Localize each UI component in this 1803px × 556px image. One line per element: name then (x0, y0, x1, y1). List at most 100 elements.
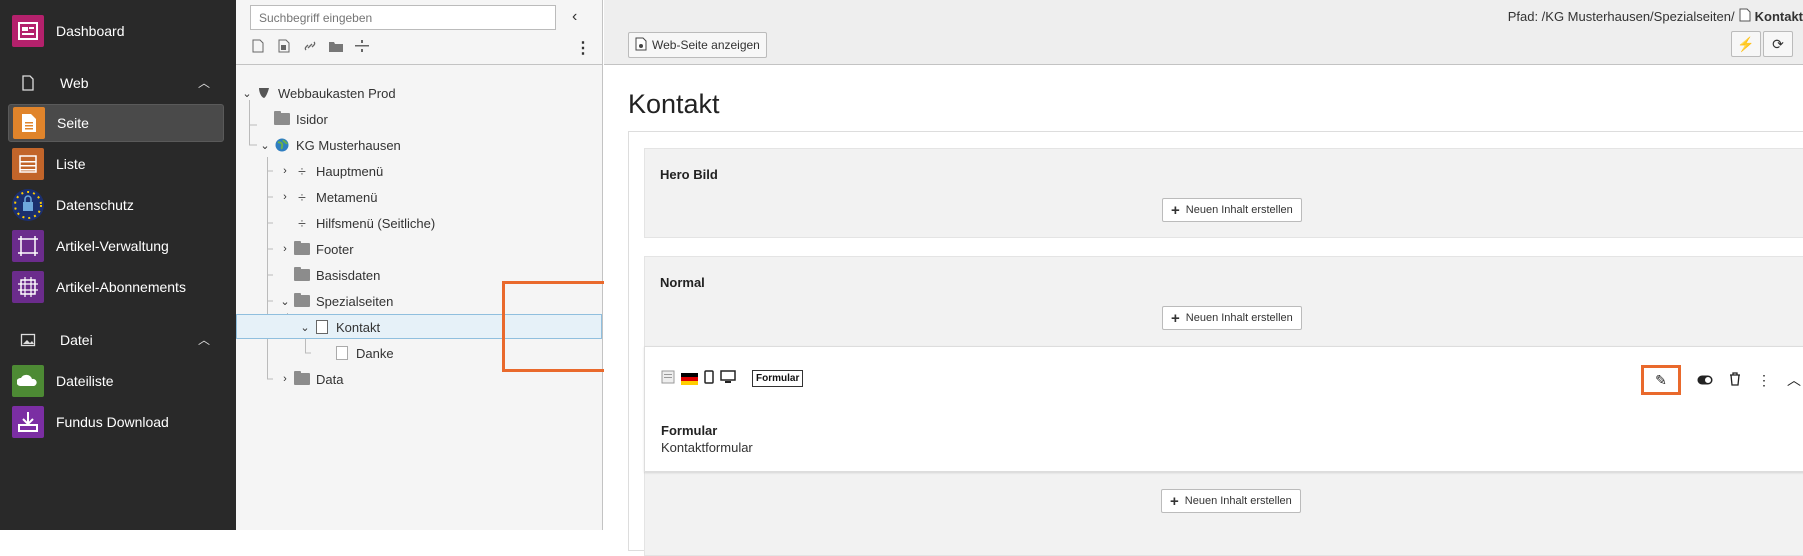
typo3-logo-icon (256, 86, 272, 100)
new-content-button[interactable]: + Neuen Inhalt erstellen (1162, 306, 1302, 330)
module-dashboard[interactable]: Dashboard (0, 12, 236, 50)
tree-node-hauptmenu[interactable]: › ÷ Hauptmenü (278, 159, 383, 183)
column-hero-bild: Hero Bild + Neuen Inhalt erstellen (644, 148, 1803, 238)
tree-toolbar: ‹ ⋮ (236, 0, 602, 65)
mobile-icon (704, 370, 714, 387)
download-icon (12, 406, 44, 438)
module-artikel-verwaltung[interactable]: Artikel-Verwaltung (0, 227, 236, 265)
tree-node-danke[interactable]: Danke (318, 341, 394, 365)
tree-node-label: Basisdaten (316, 267, 381, 283)
tree-node-label: Hauptmenü (316, 163, 384, 179)
tree-node-footer[interactable]: › Footer (278, 237, 354, 261)
breadcrumb-current: Kontakt (1754, 9, 1803, 24)
clear-cache-button[interactable]: ⚡ (1731, 31, 1761, 57)
tree-node-basisdaten[interactable]: Basisdaten (278, 263, 380, 287)
tree-search-input[interactable] (250, 5, 556, 30)
new-link-icon[interactable] (302, 38, 318, 54)
new-backend-section-icon[interactable] (276, 38, 292, 54)
chevron-right-icon[interactable]: › (278, 191, 292, 203)
module-label: Liste (56, 156, 86, 172)
column-heading: Hero Bild (660, 167, 718, 182)
page-module-icon (13, 107, 45, 139)
folder-icon (294, 293, 310, 308)
tree-node-root[interactable]: ⌄ Webbaukasten Prod (240, 81, 395, 105)
new-separator-icon[interactable] (354, 38, 370, 54)
tree-node-label: Data (316, 371, 344, 387)
tree-node-metamenu[interactable]: › ÷ Metamenü (278, 185, 377, 209)
tree-node-label: Kontakt (336, 319, 381, 335)
module-artikel-abonnements[interactable]: Artikel-Abonnements (0, 268, 236, 306)
tree-new-page-toolbar (250, 38, 370, 54)
module-group-web[interactable]: Web ︿ (8, 64, 224, 102)
module-seite[interactable]: Seite (8, 104, 224, 142)
module-label: Fundus Download (56, 414, 169, 430)
tree-node-hilfsmenu[interactable]: ÷ Hilfsmenü (Seitliche) (278, 211, 435, 235)
new-content-button[interactable]: + Neuen Inhalt erstellen (1161, 489, 1301, 513)
tree-node-kontakt[interactable]: ⌄ Kontakt (298, 315, 380, 339)
module-label: Seite (57, 115, 89, 131)
new-content-label: Neuen Inhalt erstellen (1185, 204, 1293, 216)
module-menu: Dashboard Web ︿ Seite Liste Datenschutz … (0, 0, 236, 530)
tree-node-label: Metamenü (316, 189, 378, 205)
chevron-right-icon[interactable]: › (278, 165, 292, 177)
breadcrumb-path: Pfad: /KG Musterhausen/Spezialseiten/ (1507, 9, 1735, 24)
content-type-tag: Formular (752, 370, 804, 387)
tree-node-label: Isidor (296, 111, 328, 127)
new-folder-icon[interactable] (328, 38, 344, 54)
new-content-button[interactable]: + Neuen Inhalt erstellen (1162, 198, 1302, 222)
view-webpage-button[interactable]: Web-Seite anzeigen (628, 32, 767, 58)
content-element: Formular ✎ ⋮ ︿ Formular Kontaktformular (644, 346, 1803, 472)
module-datenschutz[interactable]: Datenschutz (0, 186, 236, 224)
page-icon (1739, 8, 1751, 25)
folder-icon (294, 241, 310, 256)
toggle-visibility-icon[interactable] (1697, 372, 1713, 388)
module-dateiliste[interactable]: Dateiliste (0, 362, 236, 400)
module-label: Dashboard (56, 23, 125, 39)
edit-pencil-icon[interactable]: ✎ (1641, 365, 1681, 395)
module-liste[interactable]: Liste (0, 145, 236, 183)
tree-more-menu-icon[interactable]: ⋮ (575, 38, 591, 58)
content-element-actions: ✎ ⋮ ︿ (1641, 365, 1801, 395)
tree-node-label: Danke (356, 345, 394, 361)
chevron-up-icon[interactable]: ︿ (1787, 370, 1801, 390)
trash-icon[interactable] (1729, 371, 1741, 389)
module-label: Dateiliste (56, 373, 114, 389)
chevron-right-icon[interactable]: › (278, 373, 292, 385)
new-page-icon[interactable] (250, 38, 266, 54)
tree-node-label: KG Musterhausen (296, 137, 401, 153)
separator-icon: ÷ (298, 215, 306, 231)
chevron-down-icon[interactable]: ⌄ (298, 321, 312, 334)
more-actions-icon[interactable]: ⋮ (1757, 372, 1771, 389)
content-element-title: Formular (661, 423, 718, 438)
list-module-icon (12, 148, 44, 180)
chevron-down-icon[interactable]: ⌄ (258, 139, 272, 152)
folder-icon (294, 371, 310, 386)
page-icon (334, 346, 350, 360)
chevron-up-icon: ︿ (197, 333, 210, 347)
page-tree-panel: ‹ ⋮ ⌄ Webbaukasten Prod Isidor (236, 0, 644, 530)
breadcrumb: Pfad: /KG Musterhausen/Spezialseiten/ Ko… (1508, 8, 1803, 25)
module-fundus-download[interactable]: Fundus Download (0, 403, 236, 441)
reload-button[interactable]: ⟳ (1763, 31, 1793, 57)
new-content-label: Neuen Inhalt erstellen (1184, 495, 1292, 507)
article-subscription-icon (12, 271, 44, 303)
separator-icon: ÷ (298, 163, 306, 179)
tree-node-kg-musterhausen[interactable]: ⌄ KG Musterhausen (258, 133, 401, 157)
chevron-down-icon[interactable]: ⌄ (240, 87, 254, 100)
chevron-down-icon[interactable]: ⌄ (278, 295, 292, 308)
content-type-icon (661, 370, 675, 387)
chevron-right-icon[interactable]: › (278, 243, 292, 255)
module-group-datei[interactable]: Datei ︿ (8, 321, 224, 359)
module-label: Artikel-Abonnements (56, 279, 186, 295)
page-module-content: Pfad: /KG Musterhausen/Spezialseiten/ Ko… (604, 0, 1803, 556)
collapse-tree-icon[interactable]: ‹ (572, 8, 577, 26)
tree-node-isidor[interactable]: Isidor (258, 107, 328, 131)
tree-node-label: Hilfsmenü (Seitliche) (316, 215, 436, 231)
plus-icon: + (1171, 201, 1180, 219)
page-icon (314, 320, 330, 334)
dashboard-icon (12, 15, 44, 47)
plus-icon: + (1171, 309, 1180, 327)
page-outline-icon (22, 75, 34, 91)
tree-node-data[interactable]: › Data (278, 367, 343, 391)
tree-node-spezialseiten[interactable]: ⌄ Spezialseiten (278, 289, 393, 313)
